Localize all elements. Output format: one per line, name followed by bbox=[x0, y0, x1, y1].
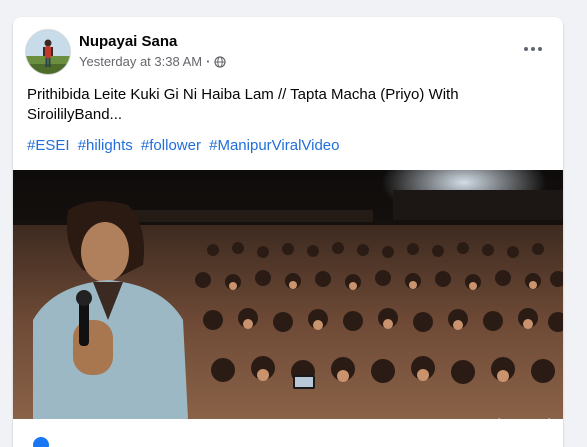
meta-separator: · bbox=[206, 54, 211, 69]
hashtag-link[interactable]: #follower bbox=[141, 137, 201, 154]
post-author-name[interactable]: Nupayai Sana bbox=[79, 33, 177, 50]
hashtag-link[interactable]: #ESEI bbox=[27, 137, 70, 154]
hashtag-link[interactable]: #ManipurViralVideo bbox=[209, 137, 339, 154]
post-text: Prithibida Leite Kuki Gi Ni Haiba Lam //… bbox=[27, 86, 459, 123]
more-options-icon[interactable] bbox=[515, 37, 551, 61]
avatar[interactable] bbox=[25, 29, 71, 75]
activate-windows-watermark: Activate Win bbox=[476, 416, 560, 433]
like-reaction-icon bbox=[33, 437, 49, 447]
post-timestamp[interactable]: Yesterday at 3:38 AM bbox=[79, 54, 202, 69]
post-card: Nupayai Sana Yesterday at 3:38 AM · Prit… bbox=[13, 17, 563, 447]
post-video[interactable] bbox=[13, 170, 563, 419]
post-hashtags: #ESEI #hilights #follower #ManipurViralV… bbox=[27, 136, 547, 156]
post-meta: Yesterday at 3:38 AM · bbox=[79, 54, 227, 69]
globe-icon[interactable] bbox=[214, 55, 227, 68]
hashtag-link[interactable]: #hilights bbox=[78, 137, 133, 154]
